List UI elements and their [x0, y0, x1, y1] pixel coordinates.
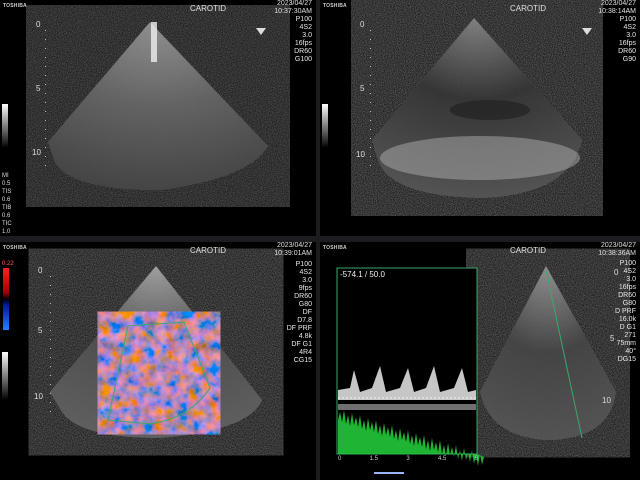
orientation-marker-icon — [256, 28, 266, 35]
brand-label: TOSHIBA — [323, 3, 347, 9]
safety-indices: MI 0.5 TIS 0.6 TIB 0.6 TIC 1.0 — [2, 173, 12, 235]
depth-label: 5 — [38, 326, 43, 335]
depth-label: 0 — [360, 20, 365, 29]
depth-label: 10 — [34, 392, 43, 401]
scroll-indicator — [374, 472, 404, 474]
ultrasound-panel-4: TOSHIBA CAROTID 2023/04/27 10:38:36AM -57… — [320, 242, 640, 480]
sector-image-2 — [372, 18, 582, 198]
sector-image-1 — [48, 22, 268, 190]
depth-label: 10 — [32, 148, 41, 157]
depth-label: 0 — [38, 266, 43, 275]
timestamp: 2023/04/27 10:37:30AM — [274, 0, 312, 15]
depth-label: 10 — [356, 150, 365, 159]
depth-label: 10 — [602, 396, 611, 405]
depth-label: 5 — [610, 334, 615, 343]
depth-label: 5 — [360, 84, 365, 93]
depth-label: 0 — [614, 268, 619, 277]
doppler-time-axis: 0 1.5 3 4.5 6 — [338, 456, 478, 462]
orientation-marker-icon — [582, 28, 592, 35]
depth-ticks — [370, 30, 372, 174]
timestamp: 2023/04/27 10:38:14AM — [598, 0, 636, 15]
color-velocity-scale — [3, 268, 9, 330]
scan-parameters: P100 4S2 3.0 9fps DR60 G80 DF D7.8 DF PRF 4.8… — [286, 261, 312, 364]
timestamp: 2023/04/27 10:38:36AM — [598, 242, 636, 257]
grayscale-bar — [2, 104, 8, 148]
brand-label: TOSHIBA — [3, 245, 27, 251]
grayscale-bar — [2, 352, 8, 400]
ultrasound-panel-1: TOSHIBA CAROTID 2023/04/27 10:37:30AM P10… — [0, 0, 316, 236]
depth-ticks — [45, 30, 47, 174]
brand-label: TOSHIBA — [323, 245, 347, 251]
sector-image-3 — [50, 266, 262, 438]
timestamp: 2023/04/27 10:39:01AM — [274, 242, 312, 257]
depth-label: 0 — [36, 20, 41, 29]
depth-ticks — [50, 276, 52, 420]
scan-parameters: P100 4S2 3.0 16fps DR60 G90 — [618, 16, 636, 63]
doppler-velocity-label: -574.1 / 50.0 — [340, 270, 385, 279]
grayscale-bar — [322, 104, 328, 148]
exam-title: CAROTID — [190, 246, 226, 255]
exam-title: CAROTID — [510, 246, 546, 255]
exam-title: CAROTID — [510, 4, 546, 13]
ultrasound-panel-3: TOSHIBA CAROTID 2023/04/27 10:39:01AM P10… — [0, 242, 316, 480]
ultrasound-panel-2: TOSHIBA CAROTID 2023/04/27 10:38:14AM P10… — [320, 0, 640, 236]
depth-label: 5 — [36, 84, 41, 93]
scan-parameters: P100 4S2 3.0 16fps DR60 G100 — [294, 16, 312, 63]
brand-label: TOSHIBA — [3, 3, 27, 9]
color-scale-label: 0.22 — [2, 261, 14, 267]
exam-title: CAROTID — [190, 4, 226, 13]
